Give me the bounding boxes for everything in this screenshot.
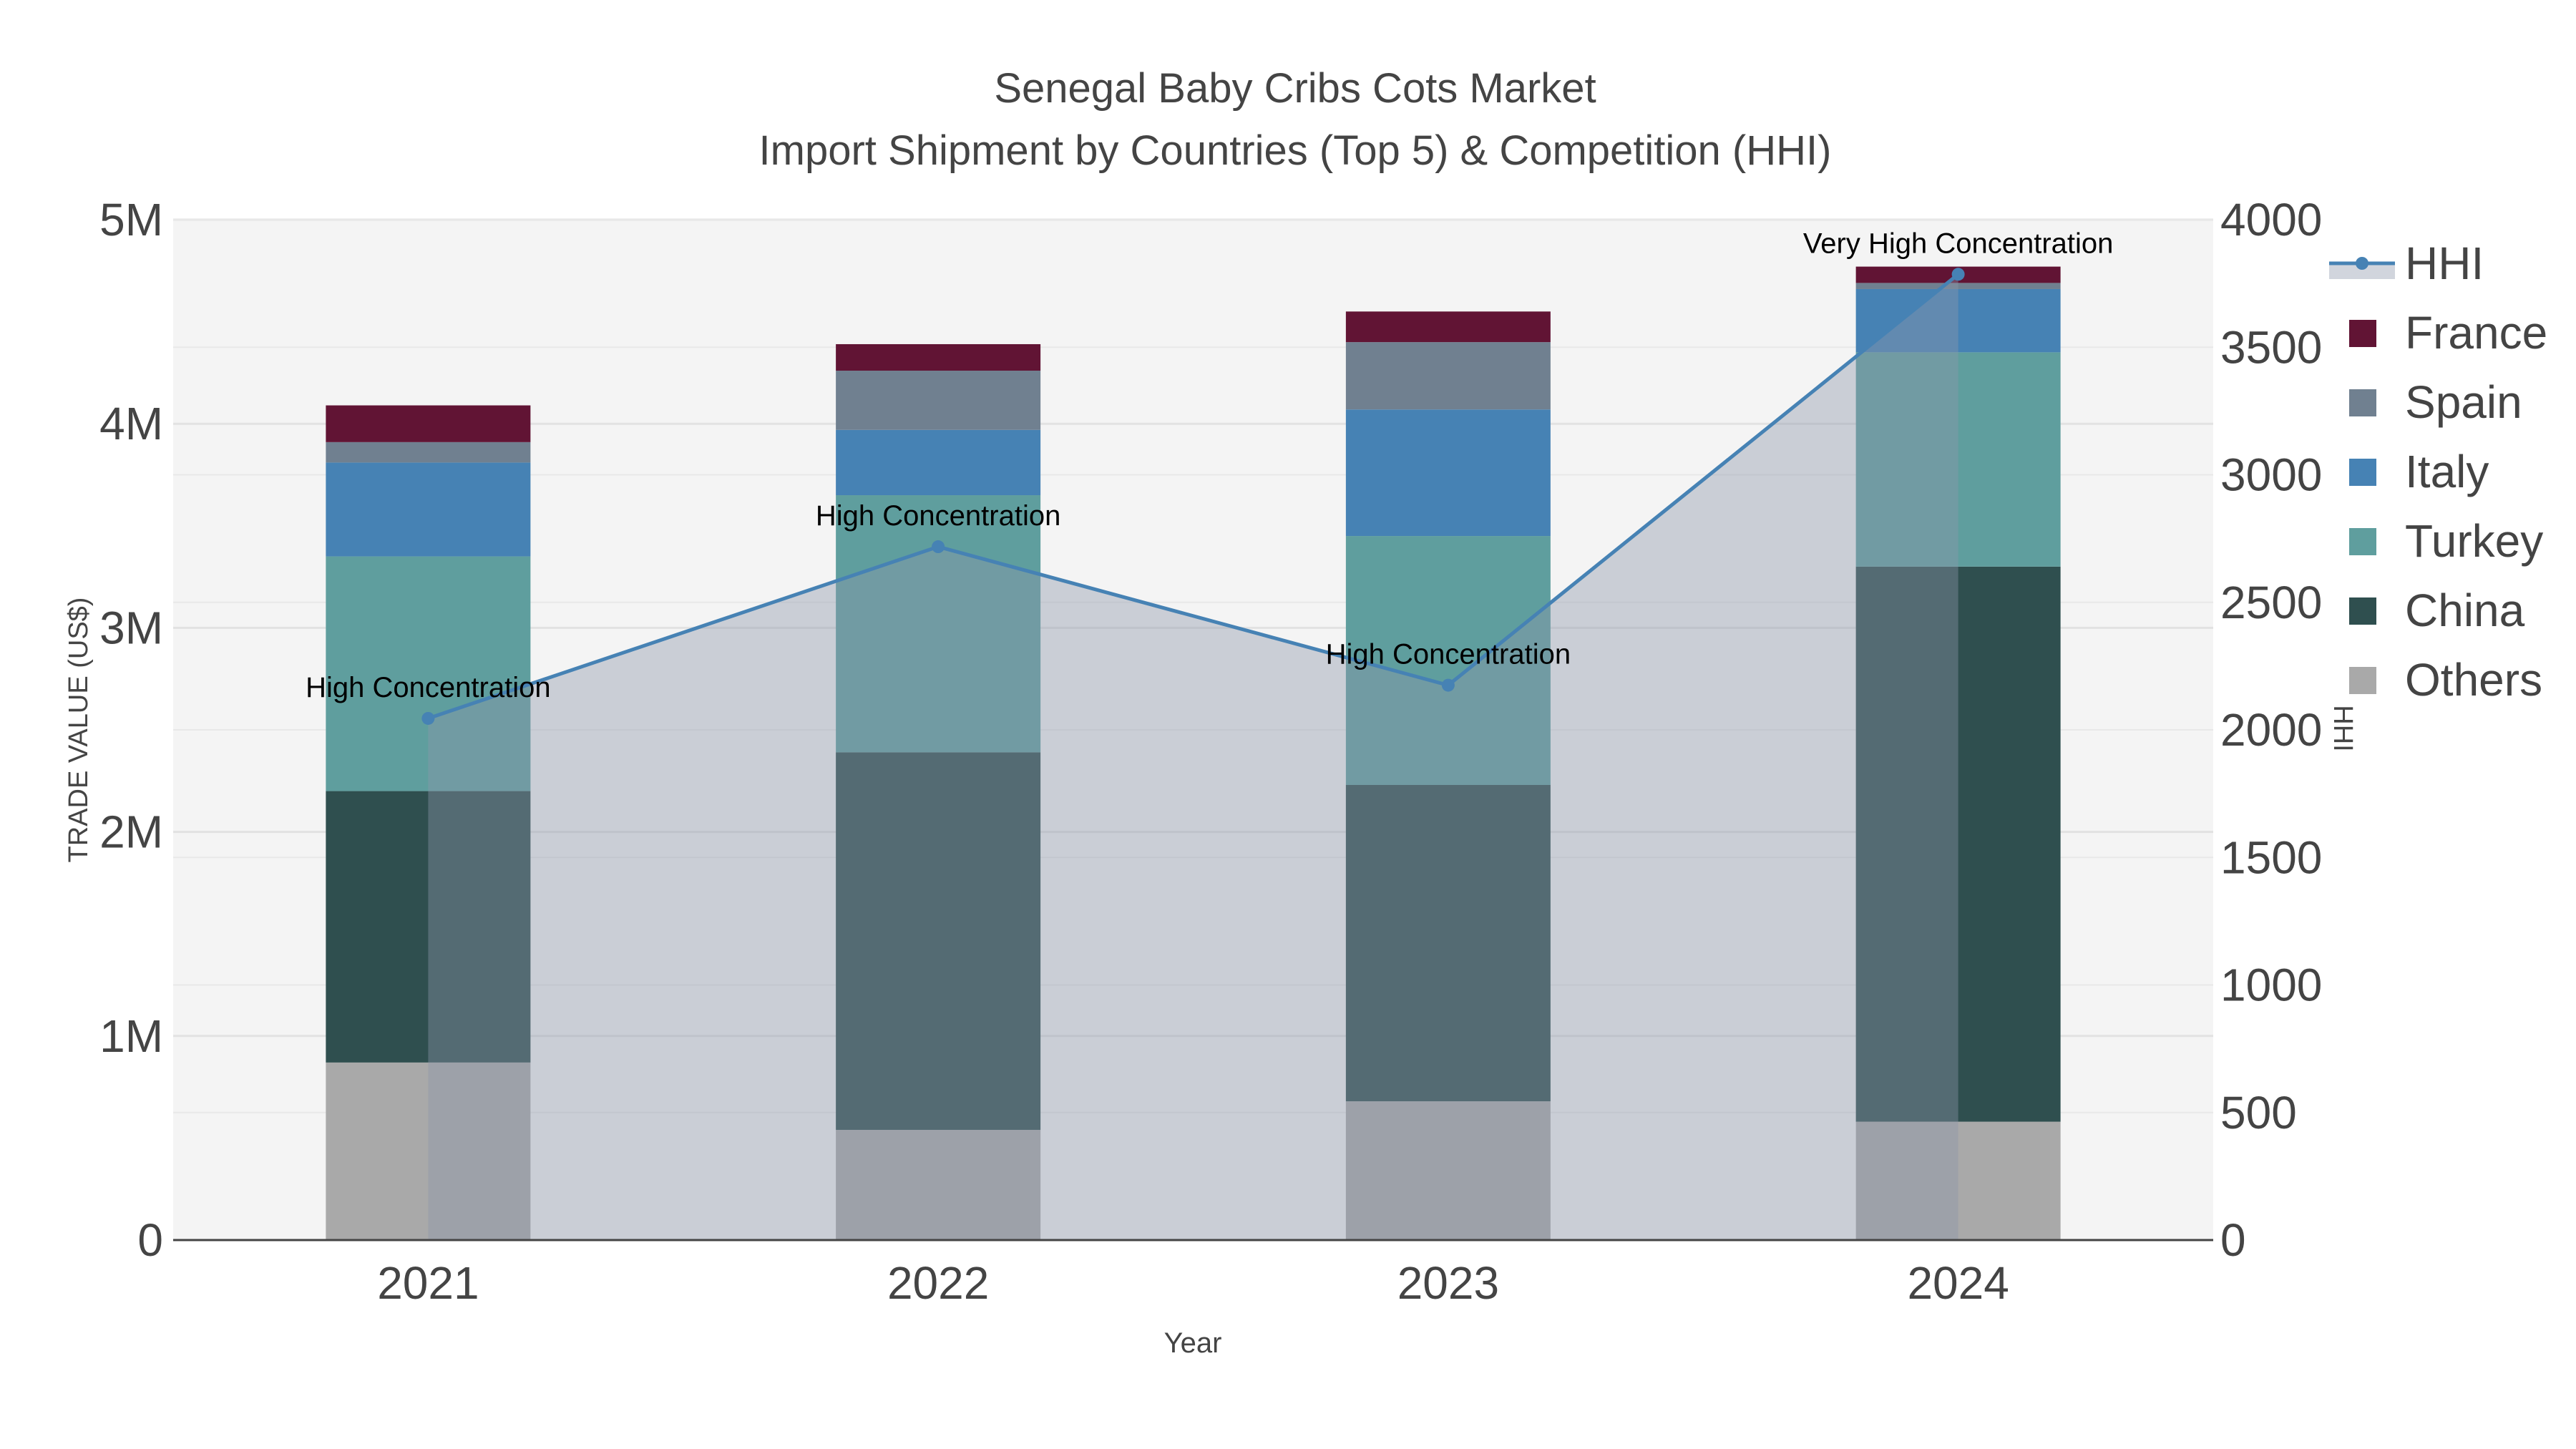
bar-spain-2022[interactable]: [836, 371, 1041, 430]
hhi-annotation: High Concentration: [1326, 639, 1571, 670]
bar-france-2022[interactable]: [836, 343, 1041, 371]
chart-subtitle: Import Shipment by Countries (Top 5) & C…: [759, 127, 1832, 174]
bar-france-2023[interactable]: [1345, 311, 1551, 343]
x-tick-label: 2023: [1397, 1257, 1499, 1309]
bar-italy-2022[interactable]: [836, 429, 1041, 496]
x-tick-label: 2021: [377, 1257, 479, 1309]
hhi-point-2024[interactable]: [1951, 268, 1965, 281]
bar-italy-2023[interactable]: [1345, 409, 1551, 537]
chart-title: Senegal Baby Cribs Cots Market: [994, 65, 1596, 112]
legend-label: France: [2405, 307, 2547, 358]
x-tick-label: 2022: [887, 1257, 989, 1309]
legend-swatch: [2349, 320, 2376, 347]
legend-item-france[interactable]: France: [2349, 307, 2547, 358]
bar-france-2021[interactable]: [326, 405, 531, 442]
hhi-point-2023[interactable]: [1441, 678, 1455, 692]
legend-swatch: [2349, 597, 2376, 625]
y-tick-label: 4M: [99, 398, 163, 449]
y2-tick-label: 2000: [2220, 704, 2322, 756]
y-tick-label: 1M: [99, 1010, 163, 1062]
y-tick-label: 0: [137, 1214, 163, 1266]
legend-label: Turkey: [2405, 515, 2543, 567]
legend-label: China: [2405, 585, 2525, 636]
legend-item-china[interactable]: China: [2349, 585, 2525, 636]
y2-tick-label: 1000: [2220, 960, 2322, 1011]
legend-swatch: [2349, 459, 2376, 486]
bar-spain-2021[interactable]: [326, 441, 531, 463]
hhi-point-2022[interactable]: [932, 540, 945, 554]
y-axis-title: TRADE VALUE (US$): [64, 597, 94, 863]
y2-tick-label: 500: [2220, 1087, 2297, 1138]
y2-tick-label: 3500: [2220, 321, 2322, 373]
legend-swatch: [2349, 667, 2376, 694]
y-tick-label: 5M: [99, 194, 163, 245]
legend-label: Italy: [2405, 446, 2489, 497]
y2-tick-label: 1500: [2220, 831, 2322, 883]
legend-label: HHI: [2405, 238, 2484, 289]
legend-item-spain[interactable]: Spain: [2349, 376, 2522, 428]
y2-tick-label: 0: [2220, 1214, 2246, 1266]
hhi-point-2021[interactable]: [421, 711, 435, 725]
legend-item-hhi[interactable]: HHI: [2329, 238, 2484, 289]
y2-tick-label: 2500: [2220, 577, 2322, 628]
hhi-legend-marker: [2356, 257, 2368, 270]
legend-swatch: [2349, 528, 2376, 555]
x-tick-label: 2024: [1907, 1257, 2009, 1309]
hhi-stacked-bar-chart: High Concentration High Concentration High…: [64, 65, 2547, 1359]
y2-axis-title: HHI: [2328, 705, 2358, 751]
hhi-annotation: High Concentration: [816, 500, 1060, 532]
hhi-annotation: High Concentration: [306, 672, 550, 703]
legend-label: Others: [2405, 654, 2542, 706]
x-axis-title: Year: [1164, 1327, 1222, 1359]
y2-tick-label: 3000: [2220, 449, 2322, 501]
legend: HHI France Spain Italy Turkey China Others: [2329, 238, 2547, 706]
bar-spain-2023[interactable]: [1345, 342, 1551, 410]
y-tick-label: 3M: [99, 602, 163, 653]
y-tick-label: 2M: [99, 806, 163, 858]
bar-italy-2021[interactable]: [326, 462, 531, 557]
legend-item-others[interactable]: Others: [2349, 654, 2542, 706]
legend-label: Spain: [2405, 376, 2522, 428]
legend-item-italy[interactable]: Italy: [2349, 446, 2489, 497]
legend-swatch: [2349, 389, 2376, 416]
legend-item-turkey[interactable]: Turkey: [2349, 515, 2543, 567]
hhi-annotation: Very High Concentration: [1803, 228, 2114, 259]
y2-tick-label: 4000: [2220, 194, 2322, 245]
